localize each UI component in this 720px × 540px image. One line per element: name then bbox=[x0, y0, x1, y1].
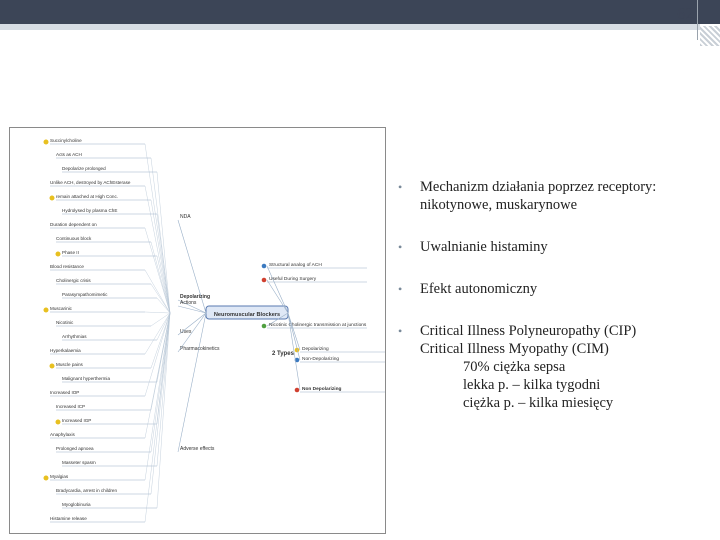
center-node-label: Neuromuscular Blockers bbox=[214, 312, 280, 318]
hub-label: Pharmacokinetics bbox=[180, 346, 220, 352]
left-node-label: Continuous block bbox=[56, 236, 92, 241]
left-node-label: Masseter spasm bbox=[62, 460, 96, 465]
node-icon bbox=[49, 363, 55, 369]
corner-stripes bbox=[700, 26, 720, 46]
left-node-label: Parasympathomimetic bbox=[62, 292, 108, 297]
bullet-subtext: ciężka p. – kilka miesięcy bbox=[463, 395, 614, 411]
left-connector-line bbox=[156, 312, 171, 509]
types-label: 2 Types bbox=[272, 351, 295, 357]
bullet-item-histamine: • Uwalnianie histaminy bbox=[398, 238, 713, 256]
left-connector-line bbox=[144, 312, 171, 397]
left-connector-line bbox=[150, 312, 171, 327]
right-node-label: Depolarizing bbox=[302, 346, 329, 352]
left-connector-line bbox=[150, 241, 171, 314]
left-node-label: Blood resistance bbox=[50, 264, 84, 269]
hub-line bbox=[177, 305, 207, 314]
bullet-text: Uwalnianie histaminy bbox=[420, 239, 548, 255]
bullet-text: Critical Illness Polyneuropathy (CIP) bbox=[420, 323, 637, 339]
left-connector-line bbox=[144, 143, 171, 314]
bullet-item-critical-illness: • Critical Illness Polyneuropathy (CIP) … bbox=[398, 322, 713, 412]
node-icon bbox=[55, 251, 61, 257]
left-node-label: Cholinergic crisis bbox=[56, 278, 91, 283]
left-node-label: Prolonged apnoea bbox=[56, 446, 94, 451]
node-icon bbox=[43, 307, 49, 313]
left-node-label: remain attached at High Conc. bbox=[56, 194, 118, 199]
left-node-label: Succinylcholine bbox=[50, 138, 82, 143]
bullet-glyph: • bbox=[398, 240, 403, 254]
left-connector-line bbox=[144, 312, 171, 523]
bullet-text: Critical Illness Myopathy (CIM) bbox=[420, 341, 609, 357]
left-node-label: Increased ICP bbox=[56, 404, 85, 409]
right-node-label: Nicotinic Cholinergic transmission at ju… bbox=[269, 322, 367, 328]
bullet-subtext: lekka p. – kilka tygodni bbox=[463, 377, 601, 393]
left-connector-line bbox=[150, 199, 171, 314]
left-node-label: Depolarize prolonged bbox=[62, 166, 106, 171]
left-node-label: Acts as ACH bbox=[56, 152, 82, 157]
node-icon bbox=[43, 139, 49, 145]
hub-line bbox=[177, 312, 207, 336]
bullet-glyph: • bbox=[398, 324, 403, 338]
top-bar-accent bbox=[0, 24, 700, 30]
left-connector-line bbox=[144, 312, 171, 481]
right-node-label: Structural analog of ACH bbox=[269, 262, 322, 268]
bullet-text: Efekt autonomiczny bbox=[420, 281, 538, 297]
slide-number: 62 bbox=[677, 4, 694, 23]
left-connector-line bbox=[156, 171, 171, 314]
left-node-label: Increased IGP bbox=[62, 418, 91, 423]
left-node-label: Nicotinic bbox=[56, 320, 74, 325]
node-icon bbox=[55, 419, 61, 425]
mindmap-diagram: Neuromuscular Blockers Succinylcholine Act… bbox=[43, 138, 385, 523]
node-icon bbox=[294, 387, 300, 393]
left-node-label: Histamine release bbox=[50, 516, 87, 521]
mindmap-image: Neuromuscular Blockers Succinylcholine Act… bbox=[9, 127, 386, 534]
right-node-label: Non-Depolarizing bbox=[302, 356, 339, 362]
node-icon bbox=[261, 263, 267, 269]
node-icon bbox=[261, 277, 267, 283]
left-node-label: Anaphylaxis bbox=[50, 432, 75, 437]
bullet-item-autonomic: • Efekt autonomiczny bbox=[398, 280, 713, 298]
right-node-label: Useful During Surgery bbox=[269, 276, 317, 282]
left-node-label: Duration dependent on bbox=[50, 222, 97, 227]
bullet-list: • Mechanizm działania poprzez receptory:… bbox=[398, 178, 713, 436]
left-node-label: Bradycardia, arrest in children bbox=[56, 488, 117, 493]
bullet-glyph: • bbox=[398, 180, 403, 194]
hub-label: Actions bbox=[180, 300, 197, 306]
left-connector-line bbox=[156, 213, 171, 314]
bullet-text: Mechanizm działania poprzez receptory: bbox=[420, 179, 657, 195]
right-node-label: Non Depolarizing bbox=[302, 386, 342, 392]
left-connector-line bbox=[150, 312, 171, 453]
bullet-subtext: 70% ciężka sepsa bbox=[463, 359, 566, 375]
left-node-label: Muscarinic bbox=[50, 306, 73, 311]
left-node-label: Myoglobinuria bbox=[62, 502, 91, 507]
left-node-label: Increased IOP bbox=[50, 390, 79, 395]
left-node-label: Unlike ACH, destroyed by AChEsterase bbox=[50, 180, 131, 185]
hub-label: NDA bbox=[180, 214, 191, 220]
left-node-label: Hydrolysed by plasma ChE bbox=[62, 208, 117, 213]
node-icon bbox=[43, 475, 49, 481]
left-connector-line bbox=[150, 157, 171, 314]
bullet-glyph: • bbox=[398, 282, 403, 296]
left-node-label: Malignant hyperthermia bbox=[62, 376, 110, 381]
node-icon bbox=[261, 323, 267, 329]
left-node-label: Arrhythmias bbox=[62, 334, 87, 339]
bullet-item-mechanism: • Mechanizm działania poprzez receptory:… bbox=[398, 178, 713, 214]
left-node-label: Hyperkalaemia bbox=[50, 348, 81, 353]
left-connector-line bbox=[144, 311, 171, 314]
left-node-label: Myalgias bbox=[50, 474, 69, 479]
node-icon bbox=[49, 195, 55, 201]
left-node-label: Phase II bbox=[62, 250, 79, 255]
right-branch-line bbox=[287, 312, 301, 351]
divider-line bbox=[697, 0, 698, 40]
top-bar bbox=[0, 0, 720, 24]
left-node-label: Muscle pains bbox=[56, 362, 84, 367]
hub-label: Adverse effects bbox=[180, 446, 215, 452]
bullet-text: nikotynowe, muskarynowe bbox=[420, 197, 578, 213]
